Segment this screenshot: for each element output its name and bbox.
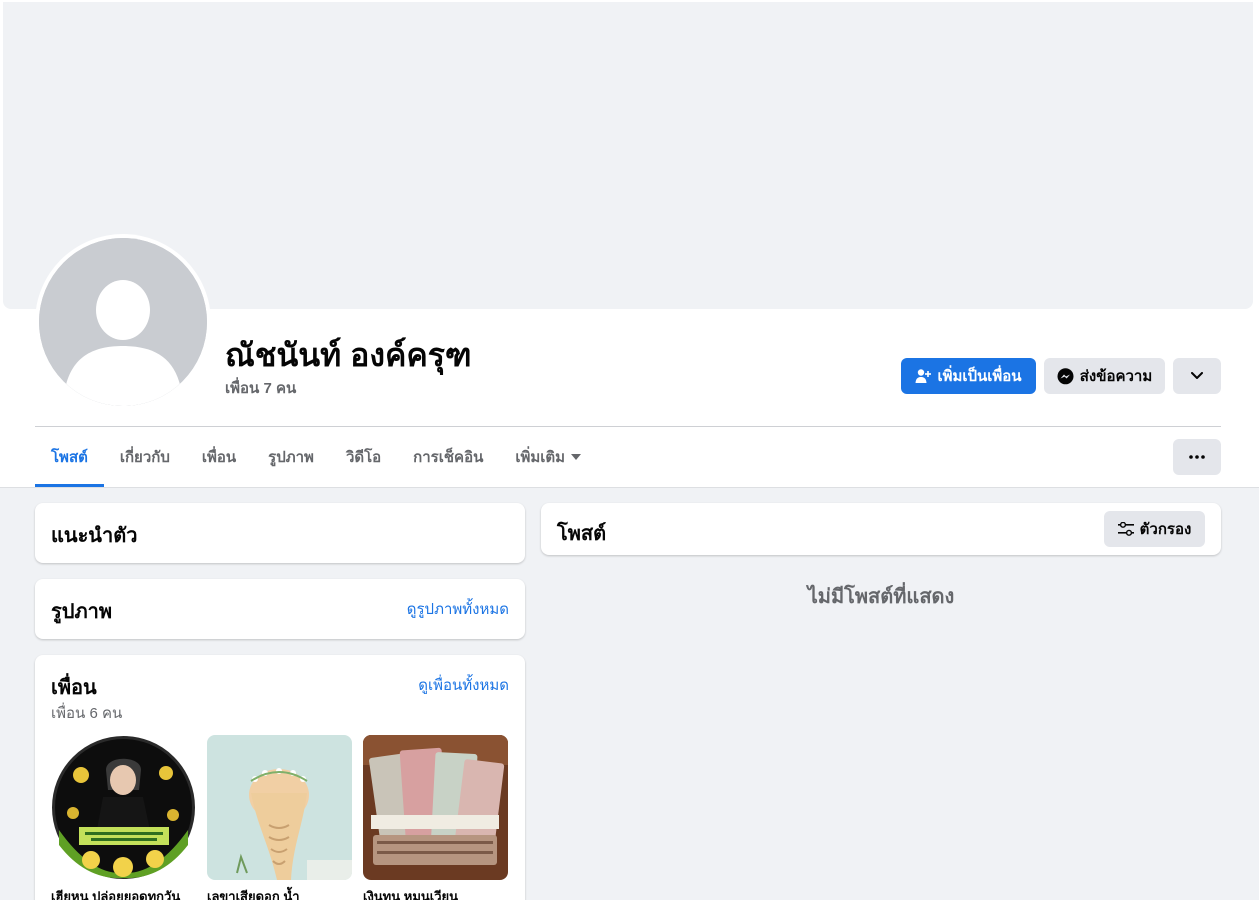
tab-checkins[interactable]: การเช็คอิน [397,427,499,487]
friend-photo[interactable] [51,735,196,880]
tab-more[interactable]: เพิ่มเติม [499,427,597,487]
tab-about[interactable]: เกี่ยวกับ [104,427,186,487]
more-icon [1189,455,1205,459]
chevron-down-icon [1191,372,1203,380]
tab-label: รูปภาพ [268,449,314,466]
friends-count: เพื่อน 6 คน [51,705,123,722]
intro-title: แนะนำตัว [51,525,138,547]
friend-tile[interactable]: เฮียหนู ปล่อยยอดทุกวัน [51,735,196,900]
tab-friends[interactable]: เพื่อน [186,427,252,487]
friend-name[interactable]: เฮียหนู ปล่อยยอดทุกวัน [51,886,196,900]
tab-label: วิดีโอ [345,449,382,466]
posts-title: โพสต์ [557,523,607,545]
profile-tabs: โพสต์ เกี่ยวกับ เพื่อน รูปภาพ วิดีโอ การ… [35,427,597,487]
tab-label: เพื่อน [201,449,237,466]
posts-header-card: โพสต์ ตัวกรอง [541,503,1221,555]
profile-options-button[interactable] [1173,358,1221,394]
friends-card: เพื่อน ดูเพื่อนทั้งหมด เพื่อน 6 คน เฮียห… [35,655,525,900]
add-friend-button[interactable]: เพิ่มเป็นเพื่อน [901,358,1036,394]
tab-label: เกี่ยวกับ [119,449,170,466]
profile-name: ณัชนันท์ องค์ครุฑ [225,337,472,373]
intro-card: แนะนำตัว [35,503,525,563]
friend-tile[interactable]: เลขาเสียดอก น้ำ [207,735,352,900]
tab-videos[interactable]: วิดีโอ [330,427,397,487]
cover-photo[interactable] [3,2,1253,309]
message-label: ส่งข้อความ [1079,368,1153,385]
filter-button[interactable]: ตัวกรอง [1104,511,1205,547]
tab-posts[interactable]: โพสต์ [35,427,104,487]
caret-down-icon [571,454,582,460]
friend-name[interactable]: เลขาเสียดอก น้ำ [207,886,352,900]
no-posts-message: ไม่มีโพสต์ที่แสดง [807,586,955,608]
friend-photo[interactable] [363,735,508,880]
profile-picture[interactable] [35,234,211,410]
tab-photos[interactable]: รูปภาพ [252,427,330,487]
friend-name[interactable]: เงินทุน หมุนเวียน [363,886,508,900]
tab-label: การเช็คอิน [413,449,484,466]
messenger-icon [1057,367,1074,385]
friends-title: เพื่อน [51,677,97,699]
photos-card: รูปภาพ ดูรูปภาพทั้งหมด [35,579,525,639]
friend-photo[interactable] [207,735,352,880]
see-all-friends-link[interactable]: ดูเพื่อนทั้งหมด [418,673,509,697]
tabs-more-button[interactable] [1173,439,1221,475]
filter-label: ตัวกรอง [1139,521,1192,538]
friend-count[interactable]: เพื่อน 7 คน [225,376,296,400]
filter-icon [1117,522,1134,536]
profile-header: ณัชนันท์ องค์ครุฑ เพื่อน 7 คน เพิ่มเป็นเ… [0,0,1259,488]
tab-label: โพสต์ [51,449,88,466]
tab-label: เพิ่มเติม [515,449,566,466]
add-friend-icon [915,368,932,384]
default-avatar-icon [39,238,207,406]
see-all-photos-link[interactable]: ดูรูปภาพทั้งหมด [407,597,509,621]
add-friend-label: เพิ่มเป็นเพื่อน [937,368,1022,385]
friend-tile[interactable]: เงินทุน หมุนเวียน [363,735,508,900]
message-button[interactable]: ส่งข้อความ [1044,358,1165,394]
photos-title: รูปภาพ [51,601,113,623]
